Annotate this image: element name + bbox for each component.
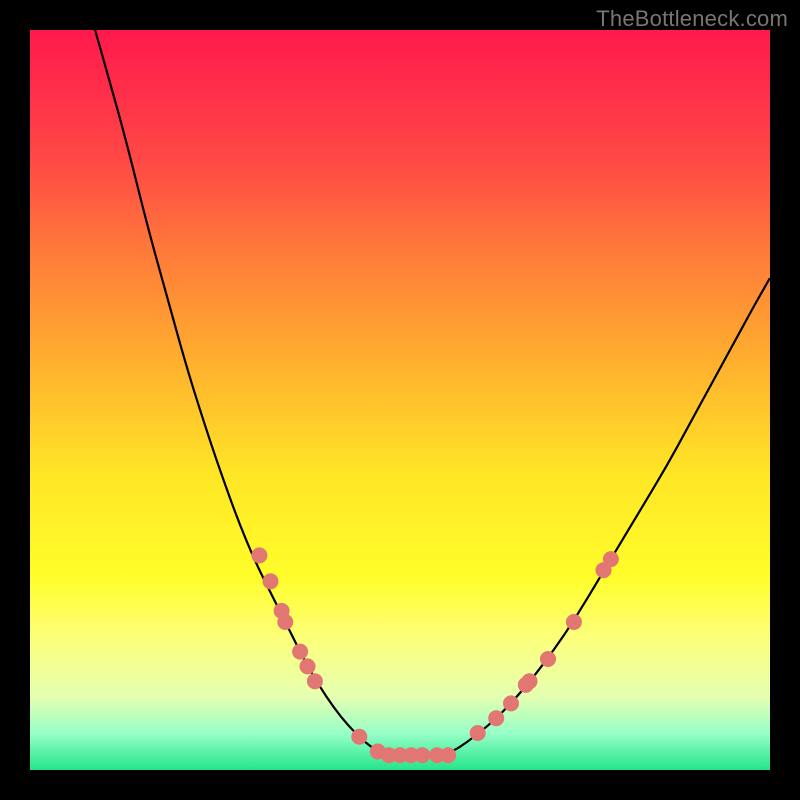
- data-dot: [263, 573, 279, 589]
- data-dot: [522, 673, 538, 689]
- data-dot: [603, 551, 619, 567]
- chart-svg: [30, 30, 770, 770]
- data-dot: [251, 547, 267, 563]
- data-dot: [414, 747, 430, 763]
- data-dot: [566, 614, 582, 630]
- data-dot: [300, 658, 316, 674]
- curve-right: [444, 278, 770, 755]
- data-dot: [488, 710, 504, 726]
- data-dot: [440, 747, 456, 763]
- data-dot: [470, 725, 486, 741]
- data-dot: [540, 651, 556, 667]
- data-dot: [292, 644, 308, 660]
- data-dot: [351, 729, 367, 745]
- app-frame: TheBottleneck.com: [0, 0, 800, 800]
- curve-left: [95, 30, 385, 755]
- chart-plot-area: [30, 30, 770, 770]
- data-dot: [277, 614, 293, 630]
- data-dots: [251, 547, 619, 763]
- data-dot: [503, 695, 519, 711]
- data-dot: [307, 673, 323, 689]
- watermark-text: TheBottleneck.com: [596, 6, 788, 32]
